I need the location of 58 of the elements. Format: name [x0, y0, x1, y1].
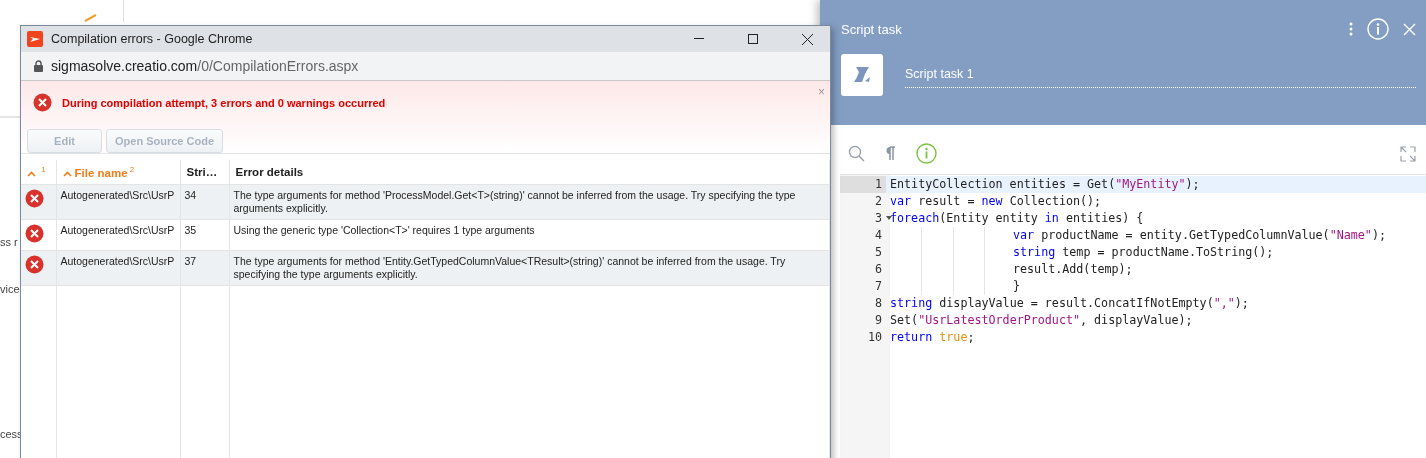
code-line: 10 return true;: [840, 329, 1426, 346]
error-icon: [25, 189, 44, 208]
sidebar-text: vice: [0, 283, 20, 295]
code-line: 7 }: [840, 278, 1426, 295]
line-number: 1: [840, 176, 886, 193]
line-number: 5: [873, 244, 883, 261]
table-cell: Using the generic type 'Collection<T>' requires 1 type arguments: [229, 219, 830, 251]
panel-title: Script task: [841, 21, 903, 37]
close-icon[interactable]: [1403, 22, 1416, 36]
line-number: 6: [873, 261, 883, 278]
window-title: Compilation errors - Google Chrome: [51, 32, 254, 46]
code-line: 9 Set("UsrLatestOrderProduct", displayValue);: [840, 312, 1426, 329]
line-number: 4: [873, 227, 883, 244]
table-cell: Autogenerated\Src\UsrP: [56, 184, 180, 220]
line-number: 8: [873, 295, 883, 312]
lock-icon: [34, 60, 43, 72]
line-number: 3: [840, 210, 886, 227]
line-number: 7: [873, 278, 883, 295]
close-icon: [801, 33, 813, 45]
app-logo-icon: [27, 31, 43, 47]
column-header[interactable]: Error details: [229, 160, 830, 185]
column-header[interactable]: File name $^{2}$: [56, 160, 180, 185]
search-icon[interactable]: [848, 145, 865, 162]
more-icon[interactable]: [1349, 22, 1353, 36]
maximize-icon: [748, 34, 758, 44]
table-cell: 34: [180, 184, 229, 220]
table-cell: 35: [180, 219, 229, 251]
table-cell: The type arguments for method 'Entity.GetTypedColumnValue<TResult>(string)' cannot be inferred from the usage. Try specifying the type arguments explicitly.: [229, 250, 830, 286]
minimize-icon: [694, 38, 704, 40]
error-icon: [25, 224, 44, 243]
sidebar-text: ss r: [0, 236, 18, 248]
table-cell: Autogenerated\Src\UsrP: [56, 219, 180, 251]
dismiss-button[interactable]: ×: [818, 85, 825, 99]
code-line: 4 var productName = entity.GetTypedColumnValue("Name");: [840, 227, 1426, 244]
code-line: 3 foreach(Entity entity in entities) {: [840, 210, 1426, 227]
info-icon[interactable]: [916, 143, 937, 164]
table-cell: 37: [180, 250, 229, 286]
code-line: 5 string temp = productName.ToString();: [840, 244, 1426, 261]
code-line: 2 var result = new Collection();: [840, 193, 1426, 210]
name-field[interactable]: Script task 1: [905, 67, 1416, 88]
fold-caret-icon[interactable]: [886, 216, 892, 221]
error-message: During compilation attempt, 3 errors and 0 warnings occurred: [62, 96, 386, 109]
sort-caret-icon: [27, 170, 36, 177]
error-icon: [33, 93, 52, 112]
table-cell: Autogenerated\Src\UsrP: [56, 250, 180, 286]
code-line: 6 result.Add(temp);: [840, 261, 1426, 278]
error-icon: [25, 255, 44, 274]
line-number: 10: [866, 329, 883, 346]
column-header[interactable]: 1: [21, 160, 56, 185]
line-number: 9: [873, 312, 883, 329]
code-line: 8 string displayValue = result.ConcatIfNotEmpty(",");: [840, 295, 1426, 312]
code-editor[interactable]: [840, 174, 1426, 458]
line-number: 2: [873, 193, 883, 210]
expand-icon[interactable]: [1400, 145, 1416, 162]
sort-caret-icon: [62, 170, 72, 177]
pilcrow-icon[interactable]: [885, 146, 896, 161]
table-cell: The type arguments for method 'ProcessModel.Get<T>(string)' cannot be inferred from the usage. Try specifying the type arguments explicitly.: [229, 184, 830, 220]
column-header[interactable]: Stri…: [180, 160, 229, 185]
